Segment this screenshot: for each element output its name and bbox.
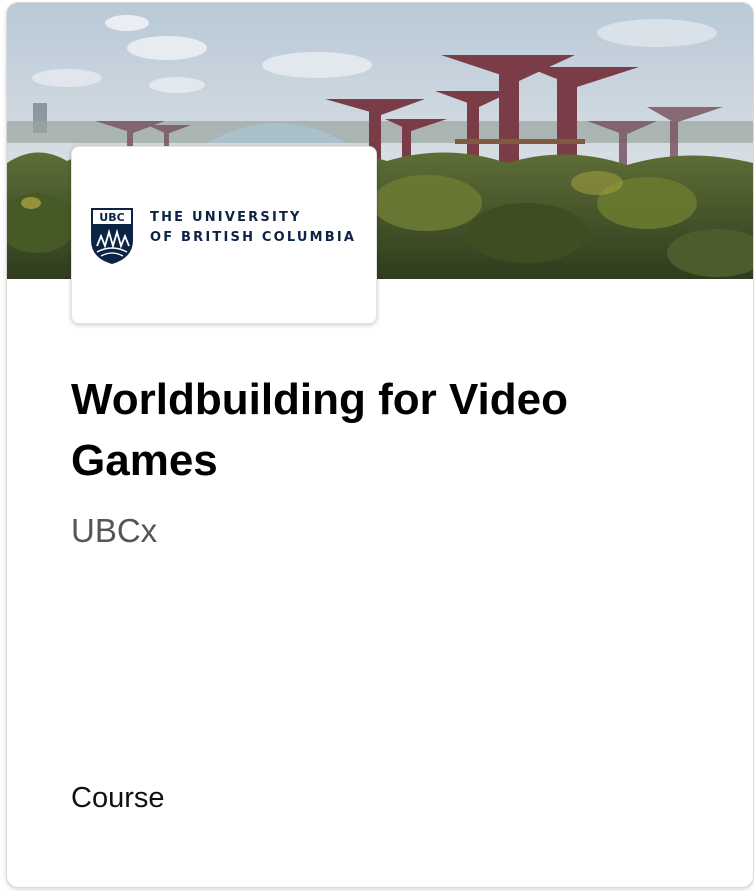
course-card[interactable]: UBC THE UNIVERSITY OF BRITISH COLUMBIA W… [6, 2, 754, 888]
course-type: Course [71, 782, 165, 814]
partner-name: THE UNIVERSITY OF BRITISH COLUMBIA [150, 208, 356, 248]
partner-name-line1: THE UNIVERSITY [150, 210, 302, 225]
partner-logo-card: UBC THE UNIVERSITY OF BRITISH COLUMBIA [71, 146, 377, 324]
course-title[interactable]: Worldbuilding for Video Games [71, 369, 711, 491]
shield-label: UBC [99, 211, 124, 224]
course-org: UBCx [71, 512, 158, 549]
partner-name-line2: OF BRITISH COLUMBIA [150, 230, 357, 245]
ubc-logo-icon: UBC [91, 208, 133, 264]
